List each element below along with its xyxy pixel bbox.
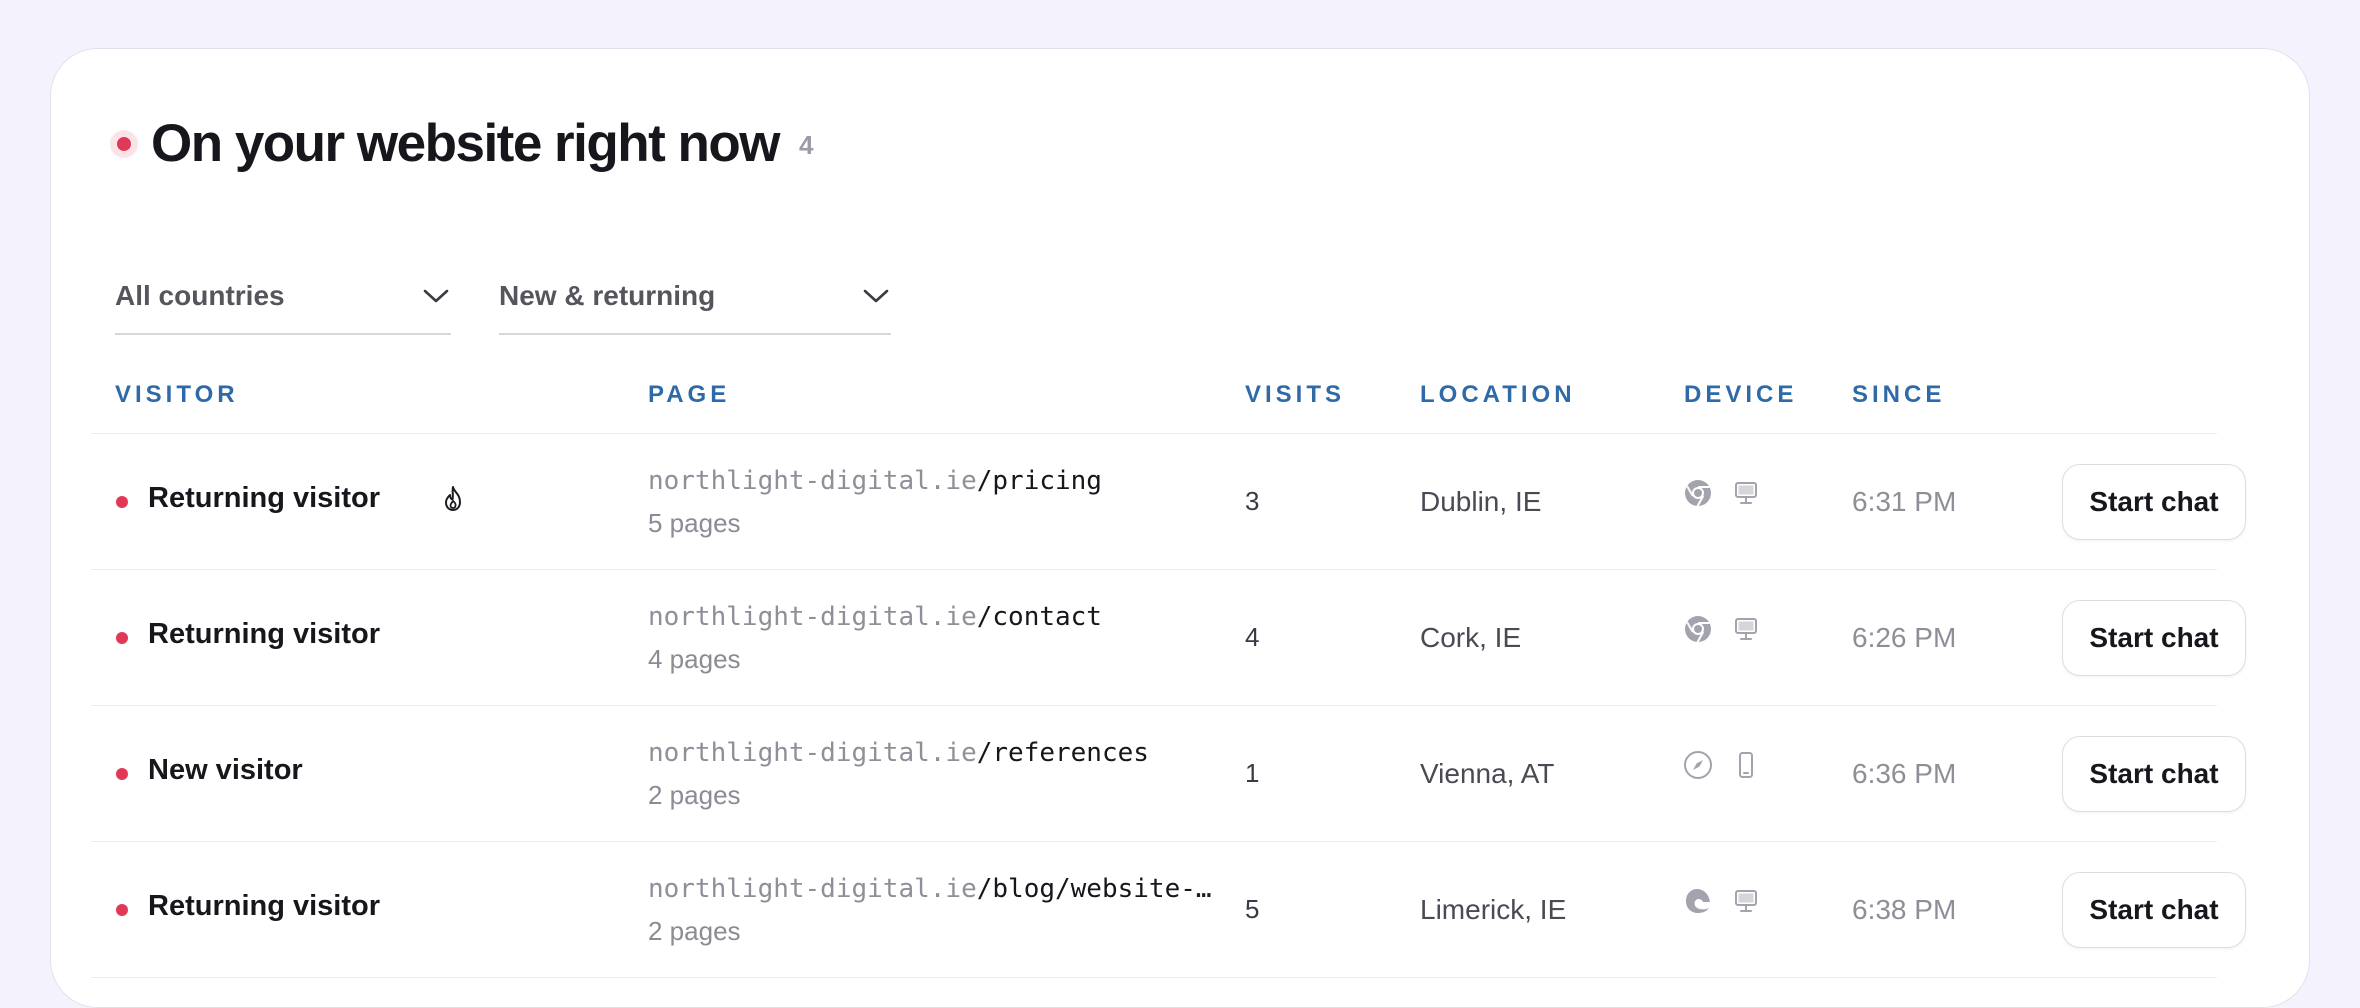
page-path: /blog/website-re… <box>976 874 1218 904</box>
table-body: Returning visitor northlight-digital.ie/… <box>91 434 2246 978</box>
page-count: 2 pages <box>648 916 741 946</box>
visitor-type-filter-label: New & returning <box>499 280 716 311</box>
page-path: /references <box>976 738 1149 768</box>
chrome-icon <box>1683 614 1713 644</box>
page-count: 2 pages <box>648 780 741 810</box>
page-path: /pricing <box>976 466 1102 496</box>
page-url[interactable]: northlight-digital.ie/contact <box>648 602 1102 632</box>
table-row: Returning visitor northlight-digital.ie/… <box>91 842 2246 978</box>
column-header-location: LOCATION <box>1420 381 1576 408</box>
safari-icon <box>1683 750 1713 780</box>
visitor-location: Vienna, AT <box>1420 758 1555 789</box>
page-domain: northlight-digital.ie <box>648 602 977 632</box>
visitor-name: New visitor <box>148 754 303 786</box>
visitor-count: 4 <box>798 130 814 160</box>
table-row: Returning visitor northlight-digital.ie/… <box>91 434 2246 570</box>
page-domain: northlight-digital.ie <box>648 466 977 496</box>
column-header-page: PAGE <box>648 381 731 408</box>
visitor-name: Returning visitor <box>148 618 381 650</box>
filters: All countries New & returning <box>115 267 891 335</box>
page-count: 5 pages <box>648 508 741 538</box>
visit-count: 1 <box>1245 758 1260 788</box>
visit-since-time: 6:26 PM <box>1852 622 1957 653</box>
online-status-dot <box>116 496 128 508</box>
visitor-name: Returning visitor <box>148 482 381 514</box>
table-header: VISITOR PAGE VISITS LOCATION DEVICE SINC… <box>91 369 2217 434</box>
column-header-visits: VISITS <box>1245 381 1346 408</box>
chrome-icon <box>1683 478 1713 508</box>
page-title: On your website right now <box>151 114 780 173</box>
live-indicator <box>117 136 131 151</box>
chevron-down-icon <box>863 289 889 303</box>
visit-count: 5 <box>1245 894 1260 924</box>
live-visitors-card: On your website right now 4 All countrie… <box>50 48 2310 1008</box>
visit-since-time: 6:36 PM <box>1852 758 1957 789</box>
visitor-location: Dublin, IE <box>1420 486 1542 517</box>
edge-icon <box>1683 886 1713 916</box>
visit-since-time: 6:31 PM <box>1852 486 1957 517</box>
visitor-location: Cork, IE <box>1420 622 1522 653</box>
page-count: 4 pages <box>648 644 741 674</box>
column-header-device: DEVICE <box>1684 381 1798 408</box>
title-row: On your website right now 4 <box>109 113 813 174</box>
visit-count: 4 <box>1245 622 1260 652</box>
table-row: Returning visitor northlight-digital.ie/… <box>91 570 2246 706</box>
desktop-icon <box>1731 478 1761 508</box>
fire-icon <box>445 486 461 511</box>
mobile-icon <box>1731 750 1761 780</box>
column-header-visitor: VISITOR <box>115 381 239 408</box>
online-status-dot <box>116 768 128 780</box>
visit-since-time: 6:38 PM <box>1852 894 1957 925</box>
start-chat-button[interactable]: Start chat <box>2062 872 2246 948</box>
table-row: New visitor northlight-digital.ie/refere… <box>91 706 2246 842</box>
page-domain: northlight-digital.ie <box>648 738 977 768</box>
online-status-dot <box>116 904 128 916</box>
visitor-type-filter[interactable]: New & returning <box>499 267 891 335</box>
page-domain: northlight-digital.ie <box>648 874 977 904</box>
online-status-dot <box>116 632 128 644</box>
visitors-table: VISITOR PAGE VISITS LOCATION DEVICE SINC… <box>91 369 2246 978</box>
chevron-down-icon <box>423 289 449 303</box>
desktop-icon <box>1731 614 1761 644</box>
start-chat-button[interactable]: Start chat <box>2062 464 2246 540</box>
visitor-name: Returning visitor <box>148 890 381 922</box>
start-chat-button[interactable]: Start chat <box>2062 736 2246 812</box>
visitor-location: Limerick, IE <box>1420 894 1567 925</box>
desktop-icon <box>1731 886 1761 916</box>
page-url[interactable]: northlight-digital.ie/references <box>648 738 1149 768</box>
start-chat-button[interactable]: Start chat <box>2062 600 2246 676</box>
country-filter-label: All countries <box>115 280 285 311</box>
visit-count: 3 <box>1245 486 1260 516</box>
country-filter[interactable]: All countries <box>115 267 451 335</box>
page-url[interactable]: northlight-digital.ie/pricing <box>648 466 1102 496</box>
page-path: /contact <box>976 602 1102 632</box>
column-header-since: SINCE <box>1852 381 1946 408</box>
page-url[interactable]: northlight-digital.ie/blog/website-re… <box>648 874 1218 904</box>
